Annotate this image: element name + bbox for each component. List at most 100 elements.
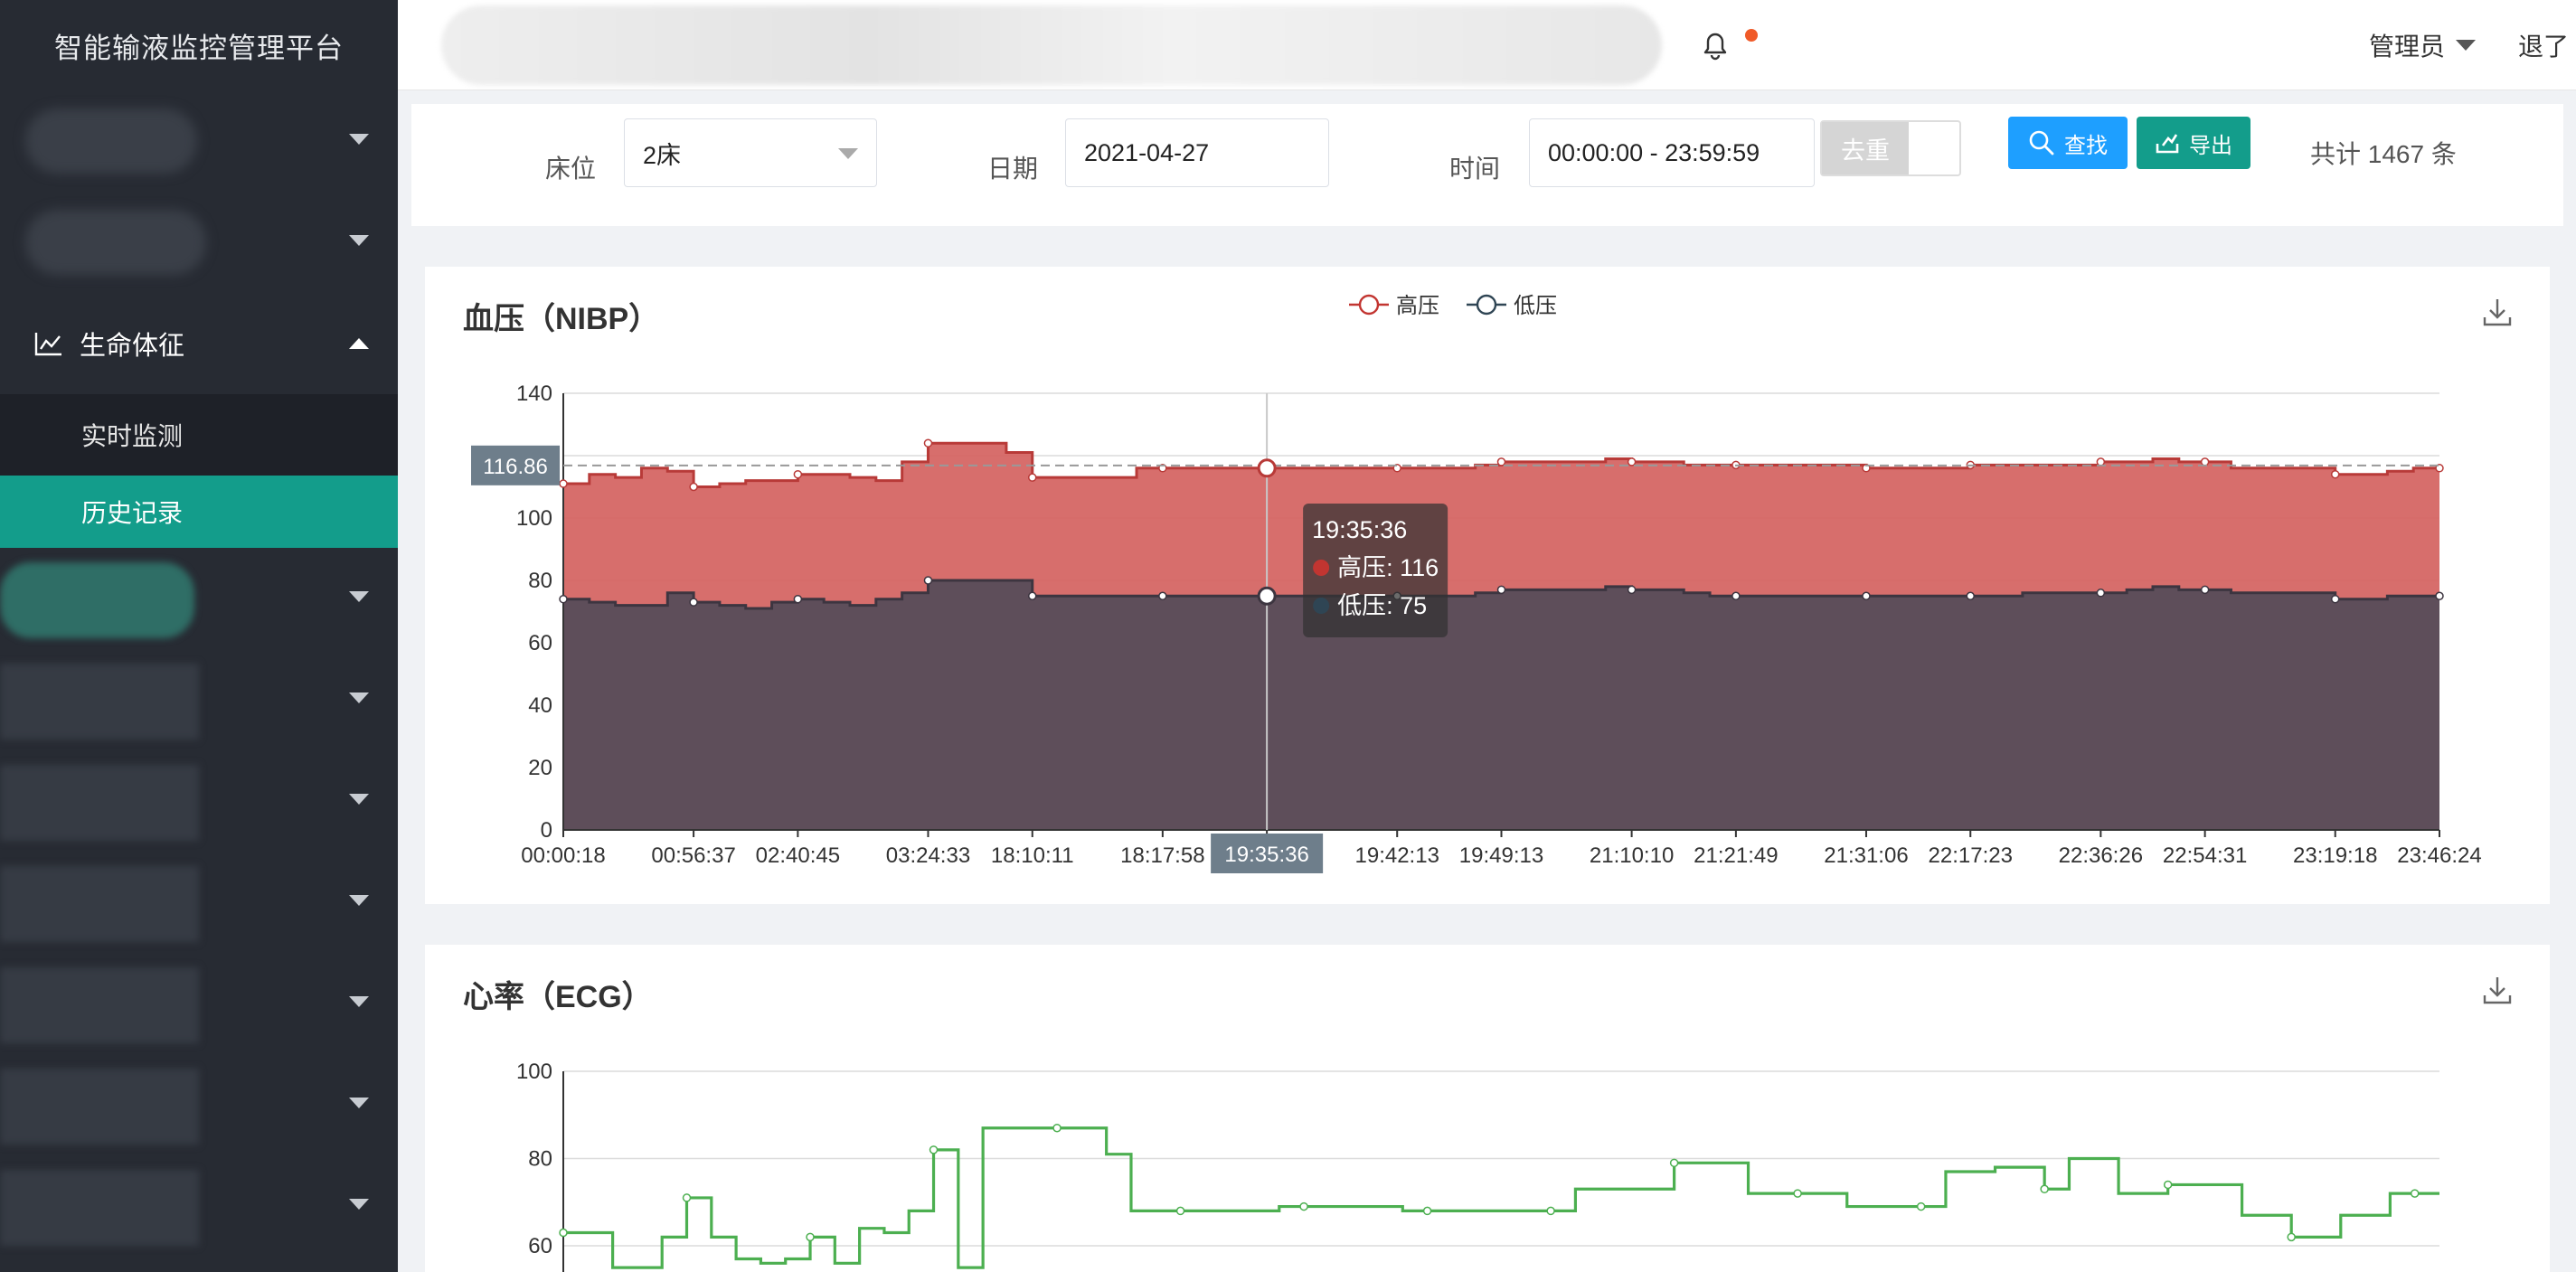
bell-icon[interactable]	[1700, 29, 1731, 61]
y-tick-label: 60	[528, 631, 552, 655]
x-tick-label: 03:24:33	[886, 843, 970, 868]
date-input-value: 2021-04-27	[1084, 138, 1210, 166]
x-tick-label: 18:17:58	[1120, 843, 1204, 868]
data-point-high	[2096, 457, 2106, 466]
export-button-label: 导出	[2189, 133, 2232, 158]
axis-pointer-label: 19:35:36	[1224, 843, 1308, 867]
user-name: 管理员	[2369, 33, 2446, 61]
bed-select-value: 2床	[643, 141, 682, 169]
sidebar-item-history[interactable]: 历史记录	[0, 476, 398, 548]
logout-link[interactable]: 退了	[2518, 27, 2569, 63]
redacted-header-area	[441, 5, 1662, 85]
data-point-low	[1028, 591, 1037, 600]
sidebar-menu-redacted-3[interactable]	[0, 548, 398, 649]
legend-marker	[1358, 294, 1380, 316]
chevron-down-icon	[838, 148, 858, 159]
data-point	[682, 1193, 692, 1202]
top-bar: 管理员 退了	[398, 0, 2576, 90]
data-point-high	[793, 469, 803, 479]
data-point	[806, 1232, 815, 1242]
data-point-low	[2330, 594, 2340, 604]
data-point	[2040, 1184, 2049, 1194]
chevron-down-icon	[349, 895, 369, 906]
data-point	[1422, 1206, 1432, 1216]
data-point	[1299, 1201, 1308, 1211]
sidebar-menu-vitals-label: 生命体征	[80, 332, 185, 361]
date-input[interactable]: 2021-04-27	[1065, 118, 1329, 187]
y-tick-label: 100	[516, 1060, 552, 1084]
data-point-high	[689, 482, 698, 492]
data-point-low	[923, 576, 933, 585]
line-chart-icon	[34, 333, 61, 356]
data-point	[2163, 1180, 2173, 1190]
chevron-down-icon	[349, 591, 369, 602]
y-tick-label: 20	[528, 756, 552, 780]
notification-dot	[1745, 29, 1758, 42]
dedupe-toggle[interactable]: 去重	[1820, 120, 1961, 176]
x-tick-label: 19:49:13	[1459, 843, 1543, 868]
data-point	[1793, 1189, 1802, 1198]
sidebar-menu-vitals[interactable]: 生命体征	[0, 293, 398, 394]
sidebar-item-label: 实时监测	[81, 422, 184, 450]
bed-select[interactable]: 2床	[624, 118, 877, 187]
ecg-chart[interactable]: 60 80 100	[425, 945, 2550, 1272]
ecg-card: 心率（ECG） 60 80 100	[425, 945, 2550, 1272]
x-tick-label: 21:10:10	[1590, 843, 1674, 868]
chart-legend: 高压 低压	[1349, 294, 1557, 318]
user-menu[interactable]: 管理员	[2369, 27, 2477, 63]
sidebar-menu-redacted-2[interactable]	[0, 192, 398, 293]
y-tick-label: 80	[528, 1147, 552, 1172]
search-icon	[2029, 130, 2054, 155]
sidebar-menu-redacted-9[interactable]	[0, 1155, 398, 1257]
data-point	[1546, 1206, 1555, 1216]
x-tick-label: 00:00:18	[521, 843, 605, 868]
data-point-low	[1496, 585, 1506, 595]
time-range-input[interactable]: 00:00:00 - 23:59:59	[1529, 118, 1815, 187]
data-point-low	[2096, 589, 2106, 598]
export-icon	[2156, 134, 2179, 154]
data-point	[559, 1228, 568, 1238]
chevron-down-icon	[349, 235, 369, 246]
nibp-chart[interactable]: 高压低压02040608010012014000:00:1800:56:3702…	[425, 267, 2550, 904]
legend-label: 低压	[1514, 294, 1557, 318]
export-button[interactable]: 导出	[2137, 117, 2250, 169]
pointer-marker-low	[1257, 586, 1277, 606]
chevron-down-icon	[349, 794, 369, 805]
tooltip-item: 高压: 116	[1337, 554, 1439, 581]
nibp-card: 血压（NIBP） 高压低压02040608010012014000:00:180…	[425, 267, 2550, 904]
series-line-heart-rate	[563, 1126, 2439, 1269]
x-tick-label: 23:19:18	[2293, 843, 2377, 868]
data-point	[2287, 1232, 2296, 1242]
sidebar-menu-redacted-8[interactable]	[0, 1054, 398, 1155]
bed-label: 床位	[545, 155, 597, 183]
data-point-low	[1966, 591, 1975, 600]
data-point-high	[1627, 457, 1637, 466]
data-point	[1175, 1206, 1185, 1216]
tooltip-item: 低压: 75	[1337, 592, 1427, 619]
chevron-down-icon	[349, 1199, 369, 1210]
filter-bar: 床位 2床 日期 2021-04-27 时间 00:00:00 - 23:59:…	[411, 104, 2563, 226]
sidebar-menu-redacted-7[interactable]	[0, 953, 398, 1054]
time-range-value: 00:00:00 - 23:59:59	[1548, 138, 1760, 166]
search-button[interactable]: 查找	[2008, 117, 2128, 169]
y-tick-label: 60	[528, 1234, 552, 1258]
tooltip-title: 19:35:36	[1312, 516, 1407, 543]
data-point-high	[1496, 457, 1506, 466]
pointer-marker-high	[1257, 458, 1277, 478]
y-tick-label: 100	[516, 506, 552, 531]
sidebar-menu-redacted-4[interactable]	[0, 649, 398, 750]
sidebar-item-realtime[interactable]: 实时监测	[0, 394, 398, 476]
total-count: 共计 1467 条	[2310, 140, 2457, 168]
y-tick-label: 80	[528, 569, 552, 593]
x-tick-label: 23:46:24	[2397, 843, 2481, 868]
legend-label: 高压	[1396, 294, 1439, 318]
sidebar-menu-redacted-5[interactable]	[0, 750, 398, 852]
data-point-high	[1028, 473, 1037, 482]
sidebar-menu-redacted-6[interactable]	[0, 852, 398, 953]
x-tick-label: 22:54:31	[2163, 843, 2247, 868]
chevron-up-icon	[349, 338, 369, 349]
sidebar-item-label: 历史记录	[81, 499, 184, 527]
tooltip-marker	[1313, 598, 1330, 614]
sidebar-menu-redacted-1[interactable]	[0, 90, 398, 192]
x-tick-label: 21:21:49	[1694, 843, 1778, 868]
